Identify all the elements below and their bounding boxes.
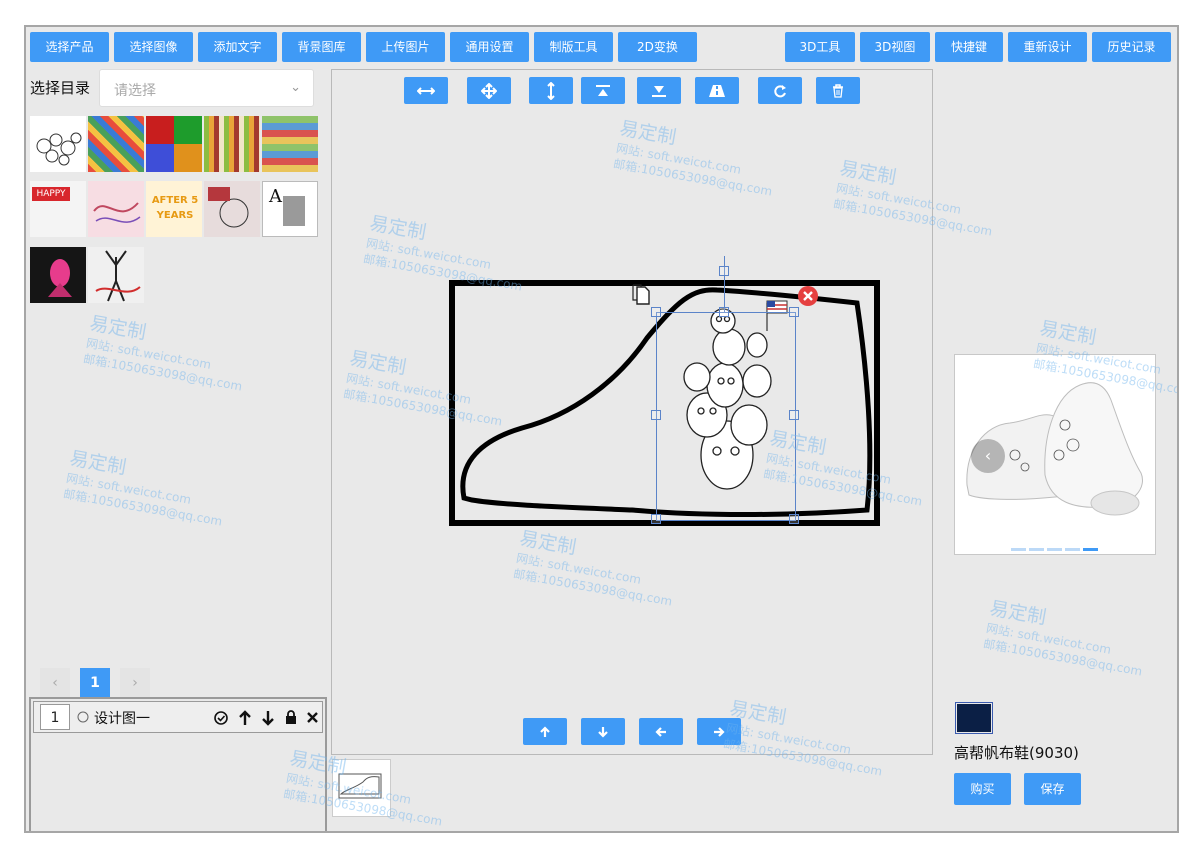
resize-handle-br[interactable] bbox=[789, 514, 799, 524]
layer-row[interactable]: 1 设计图一 bbox=[33, 701, 323, 733]
after-years-thumb[interactable]: AFTER 5 YEARS bbox=[146, 181, 202, 237]
swatch-fill bbox=[957, 704, 991, 732]
buy-button[interactable]: 购买 bbox=[954, 773, 1011, 805]
neon-girl-thumb[interactable] bbox=[30, 247, 86, 303]
watermark-title: 易定制 bbox=[87, 312, 148, 344]
chevron-down-icon: ⌄ bbox=[290, 80, 301, 95]
happy-card-thumb[interactable]: HAPPY bbox=[30, 181, 86, 237]
watermark-mail: 邮箱:1050653098@qq.com bbox=[982, 636, 1144, 679]
arrow-up-icon[interactable] bbox=[238, 710, 252, 729]
pattern-grid-thumb[interactable] bbox=[262, 116, 318, 172]
redesign-button[interactable]: 重新设计 bbox=[1008, 32, 1087, 62]
layer-name: 设计图一 bbox=[94, 711, 150, 727]
pattern-tiles-thumb[interactable] bbox=[88, 116, 144, 172]
watermark-title: 易定制 bbox=[67, 447, 128, 479]
add-text-button[interactable]: 添加文字 bbox=[198, 32, 277, 62]
carousel-dot-active[interactable] bbox=[1083, 548, 1098, 551]
catalog-label: 选择目录 bbox=[30, 79, 91, 97]
remove-circle-icon[interactable] bbox=[797, 285, 819, 310]
layer-thumb-icon bbox=[76, 708, 90, 726]
watermark-site: 网站: soft.weicot.com bbox=[65, 471, 193, 507]
history-button[interactable]: 历史记录 bbox=[1092, 32, 1171, 62]
arrow-up-icon bbox=[540, 725, 550, 737]
resize-handle-t[interactable] bbox=[719, 307, 729, 317]
watermark: 易定制 网站: soft.weicot.com 邮箱:1050653098@qq.c… bbox=[62, 443, 231, 529]
happy-text: HAPPY bbox=[32, 187, 70, 201]
catalog-select[interactable]: 请选择 ⌄ bbox=[99, 69, 314, 107]
nudge-right-button[interactable] bbox=[697, 718, 741, 745]
watermark: 易定制 网站: soft.weicot.com 邮箱:1050653098@qq.c… bbox=[982, 593, 1151, 679]
watermark-site: 网站: soft.weicot.com bbox=[85, 336, 213, 372]
watermark-site: 网站: soft.weicot.com bbox=[985, 621, 1113, 657]
nudge-left-button[interactable] bbox=[639, 718, 683, 745]
2d-transform-button[interactable]: 2D变换 bbox=[618, 32, 697, 62]
copy-icon[interactable] bbox=[631, 284, 651, 309]
editor-frame: 选择产品 选择图像 添加文字 背景图库 上传图片 通用设置 制版工具 2D变换 … bbox=[24, 25, 1179, 833]
color-swatch[interactable] bbox=[955, 702, 993, 734]
select-image-button[interactable]: 选择图像 bbox=[114, 32, 193, 62]
watermark-title: 易定制 bbox=[987, 597, 1048, 629]
save-button[interactable]: 保存 bbox=[1024, 773, 1081, 805]
product-preview: ‹ bbox=[954, 354, 1156, 555]
pager-prev-button[interactable]: ‹ bbox=[40, 668, 70, 698]
layers-panel: 1 设计图一 bbox=[29, 697, 327, 831]
shortcuts-button[interactable]: 快捷键 bbox=[935, 32, 1003, 62]
3d-tools-button[interactable]: 3D工具 bbox=[785, 32, 855, 62]
arrow-down-icon[interactable] bbox=[261, 710, 275, 729]
resize-handle-tl[interactable] bbox=[651, 307, 661, 317]
letter-a-thumb[interactable]: A bbox=[262, 181, 318, 237]
watermark-mail: 邮箱:1050653098@qq.com bbox=[62, 486, 224, 529]
nudge-down-button[interactable] bbox=[581, 718, 625, 745]
after-years-text: AFTER 5 YEARS bbox=[151, 195, 199, 221]
select-product-button[interactable]: 选择产品 bbox=[30, 32, 109, 62]
watermark: 易定制 网站: soft.weicot.com 邮箱:1050653098@qq.c… bbox=[82, 308, 251, 394]
pager-next-button[interactable]: › bbox=[120, 668, 150, 698]
nudge-up-button[interactable] bbox=[523, 718, 567, 745]
resize-handle-l[interactable] bbox=[651, 410, 661, 420]
general-settings-button[interactable]: 通用设置 bbox=[450, 32, 529, 62]
arrow-right-icon bbox=[714, 726, 725, 737]
design-canvas[interactable] bbox=[331, 69, 933, 755]
layer-index: 1 bbox=[40, 704, 70, 730]
dancer-thumb[interactable] bbox=[88, 247, 144, 303]
arrow-left-icon bbox=[655, 726, 666, 737]
shoe-template-outline bbox=[449, 280, 880, 526]
doodle-art-thumb[interactable] bbox=[30, 116, 86, 172]
3d-view-button[interactable]: 3D视图 bbox=[860, 32, 930, 62]
template-thumb[interactable] bbox=[332, 759, 391, 817]
resize-handle-bl[interactable] bbox=[651, 514, 661, 524]
carousel-prev-button[interactable]: ‹ bbox=[971, 439, 1005, 473]
rotate-stem bbox=[724, 256, 725, 312]
carousel-dot[interactable] bbox=[1065, 548, 1080, 551]
photo-collage-thumb[interactable] bbox=[204, 181, 260, 237]
carousel-dot[interactable] bbox=[1047, 548, 1062, 551]
resize-handle-r[interactable] bbox=[789, 410, 799, 420]
product-name: 高帮帆布鞋(9030) bbox=[954, 744, 1079, 762]
rotate-handle[interactable] bbox=[719, 266, 729, 276]
letter-a-text: A bbox=[269, 186, 282, 207]
lock-icon[interactable] bbox=[285, 710, 297, 728]
pattern-stripes-thumb[interactable] bbox=[204, 116, 260, 172]
catalog-placeholder: 请选择 bbox=[114, 83, 156, 99]
arrow-down-icon bbox=[598, 726, 608, 738]
background-gallery-button[interactable]: 背景图库 bbox=[282, 32, 361, 62]
upload-image-button[interactable]: 上传图片 bbox=[366, 32, 445, 62]
carousel-dots bbox=[1011, 548, 1101, 551]
abstract-pink-thumb[interactable] bbox=[88, 181, 144, 237]
watermark-mail: 邮箱:1050653098@qq.com bbox=[82, 351, 244, 394]
carousel-dot[interactable] bbox=[1011, 548, 1026, 551]
check-circle-icon[interactable] bbox=[214, 711, 228, 728]
selection-box[interactable] bbox=[656, 312, 796, 521]
close-icon[interactable] bbox=[306, 711, 319, 727]
plate-tools-button[interactable]: 制版工具 bbox=[534, 32, 613, 62]
carousel-dot[interactable] bbox=[1029, 548, 1044, 551]
pager-page-1[interactable]: 1 bbox=[80, 668, 110, 698]
color-blocks-thumb[interactable] bbox=[146, 116, 202, 172]
